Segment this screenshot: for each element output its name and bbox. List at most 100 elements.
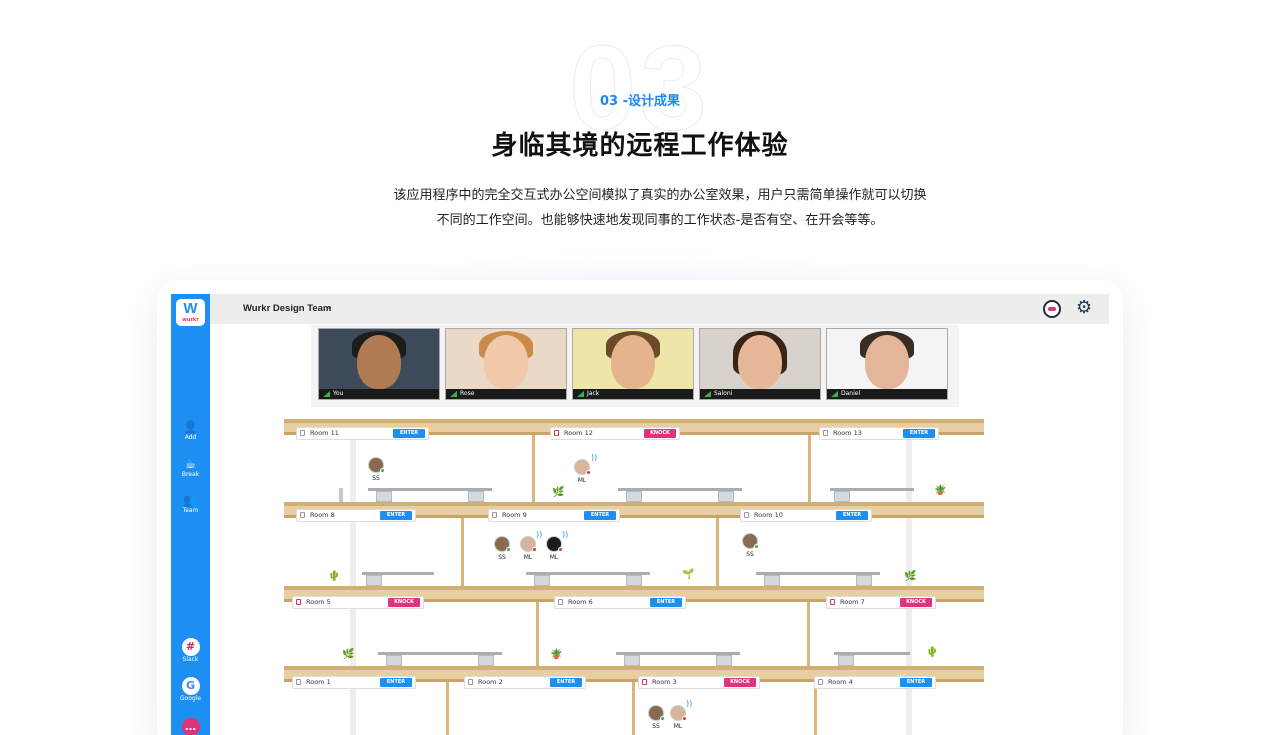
- headline: 身临其境的远程工作体验: [491, 131, 789, 161]
- coffee-icon: ☕: [185, 457, 196, 471]
- avatar-initials: SS: [372, 475, 380, 482]
- desk: [368, 488, 492, 502]
- chatbot-icon[interactable]: [1043, 300, 1061, 318]
- lock-icon: [558, 599, 563, 605]
- desk-drawer: [468, 491, 484, 502]
- speaking-icon: )): [536, 530, 543, 539]
- sidebar-item-label: Team: [182, 507, 199, 514]
- status-dot: [660, 716, 665, 721]
- office-building: Room 11 ENTER Room 12 KNOCK Room 13 ENTE…: [284, 412, 984, 735]
- video-tile-jack[interactable]: Jack: [572, 328, 694, 400]
- room-13-enter-button[interactable]: ENTER: [903, 429, 935, 438]
- desk-drawer: [626, 575, 642, 586]
- sidebar-item-label: Add: [184, 434, 197, 441]
- desk-drawer: [834, 491, 850, 502]
- sidebar-item-google[interactable]: G Google: [171, 677, 210, 703]
- lock-icon: [468, 679, 473, 685]
- video-tile-saloni[interactable]: Saloni: [699, 328, 821, 400]
- room-9-enter-button[interactable]: ENTER: [584, 511, 616, 520]
- avatar[interactable]: [648, 705, 665, 721]
- lock-icon: [554, 430, 559, 436]
- room-7-knock-button[interactable]: KNOCK: [900, 598, 932, 607]
- sidebar-item-chat[interactable]: …: [171, 718, 210, 735]
- video-tile-rose[interactable]: Rose: [445, 328, 567, 400]
- room-2-enter-button[interactable]: ENTER: [550, 678, 582, 687]
- room-13-label: Room 13 ENTER: [819, 427, 939, 440]
- plant-icon: 🪴: [934, 485, 947, 496]
- room-11-enter-button[interactable]: ENTER: [393, 429, 425, 438]
- lock-icon: [823, 430, 828, 436]
- add-user-icon: 👤: [183, 420, 198, 434]
- sidebar-item-add[interactable]: 👤 Add: [171, 420, 210, 442]
- avatar-initials: SS: [498, 554, 506, 561]
- room-7-label: Room 7 KNOCK: [826, 596, 936, 609]
- room-name: Room 8: [310, 511, 335, 519]
- signal-icon: [704, 391, 711, 397]
- room-divider: [532, 432, 535, 502]
- participant-face: [611, 335, 655, 389]
- video-name-bar: Rose: [446, 389, 566, 399]
- gear-icon[interactable]: ⚙: [1076, 297, 1092, 319]
- room-11-label: Room 11 ENTER: [296, 427, 429, 440]
- desk-drawer: [386, 655, 402, 666]
- room-3-knock-button[interactable]: KNOCK: [724, 678, 756, 687]
- avatar[interactable]: [520, 536, 537, 552]
- avatar[interactable]: [742, 533, 759, 549]
- participant-name: You: [333, 390, 344, 397]
- lock-icon: [744, 512, 749, 518]
- signal-icon: [831, 391, 838, 397]
- avatar[interactable]: [494, 536, 511, 552]
- desk-drawer: [534, 575, 550, 586]
- room-10-label: Room 10 ENTER: [740, 509, 872, 522]
- room-9-label: Room 9 ENTER: [488, 509, 620, 522]
- room-1-enter-button[interactable]: ENTER: [380, 678, 412, 687]
- sidebar-item-label: Google: [179, 695, 202, 702]
- avatar[interactable]: [368, 457, 385, 473]
- room-5-knock-button[interactable]: KNOCK: [388, 598, 420, 607]
- avatar[interactable]: [546, 536, 563, 552]
- signal-icon: [577, 391, 584, 397]
- signal-icon: [450, 391, 457, 397]
- app-logo[interactable]: W wurkr: [176, 299, 205, 326]
- room-name: Room 12: [564, 429, 593, 437]
- room-6-enter-button[interactable]: ENTER: [650, 598, 682, 607]
- slack-icon: #: [181, 638, 200, 656]
- speaking-icon: )): [686, 699, 693, 708]
- lock-icon: [300, 512, 305, 518]
- sidebar-item-team[interactable]: 👥 Team: [171, 493, 210, 515]
- participant-name: Rose: [460, 390, 475, 397]
- participant-face: [865, 335, 909, 389]
- room-name: Room 3: [652, 678, 677, 686]
- room-8-enter-button[interactable]: ENTER: [380, 511, 412, 520]
- desk-drawer: [478, 655, 494, 666]
- support-column: [350, 432, 356, 735]
- sidebar-item-slack[interactable]: # Slack: [171, 638, 210, 664]
- chevron-down-icon[interactable]: ⌄: [326, 302, 333, 311]
- participant-name: Daniel: [841, 390, 861, 397]
- room-4-enter-button[interactable]: ENTER: [900, 678, 932, 687]
- team-name[interactable]: Wurkr Design Team: [243, 303, 331, 314]
- avatar[interactable]: [670, 705, 687, 721]
- desk: [378, 652, 502, 666]
- avatar[interactable]: [574, 459, 591, 475]
- section-tag: 03 -设计成果: [599, 94, 680, 109]
- video-tile-you[interactable]: You: [318, 328, 440, 400]
- room-6-label: Room 6 ENTER: [554, 596, 686, 609]
- status-dot: [558, 547, 563, 552]
- lock-icon: [492, 512, 497, 518]
- sidebar-item-break[interactable]: ☕ Break: [171, 457, 210, 479]
- room-name: Room 11: [310, 429, 339, 437]
- room-12-knock-button[interactable]: KNOCK: [644, 429, 676, 438]
- room-name: Room 9: [502, 511, 527, 519]
- status-dot: [532, 547, 537, 552]
- room-10-enter-button[interactable]: ENTER: [836, 511, 868, 520]
- room-divider: [461, 516, 464, 586]
- logo-mark: W: [183, 300, 198, 317]
- room-name: Room 7: [840, 598, 865, 606]
- video-strip: You Rose Jack Saloni Daniel: [311, 325, 959, 407]
- desk-drawer: [376, 491, 392, 502]
- video-tile-daniel[interactable]: Daniel: [826, 328, 948, 400]
- desk: [756, 572, 880, 586]
- video-name-bar: Jack: [573, 389, 693, 399]
- speaking-icon: )): [591, 453, 598, 462]
